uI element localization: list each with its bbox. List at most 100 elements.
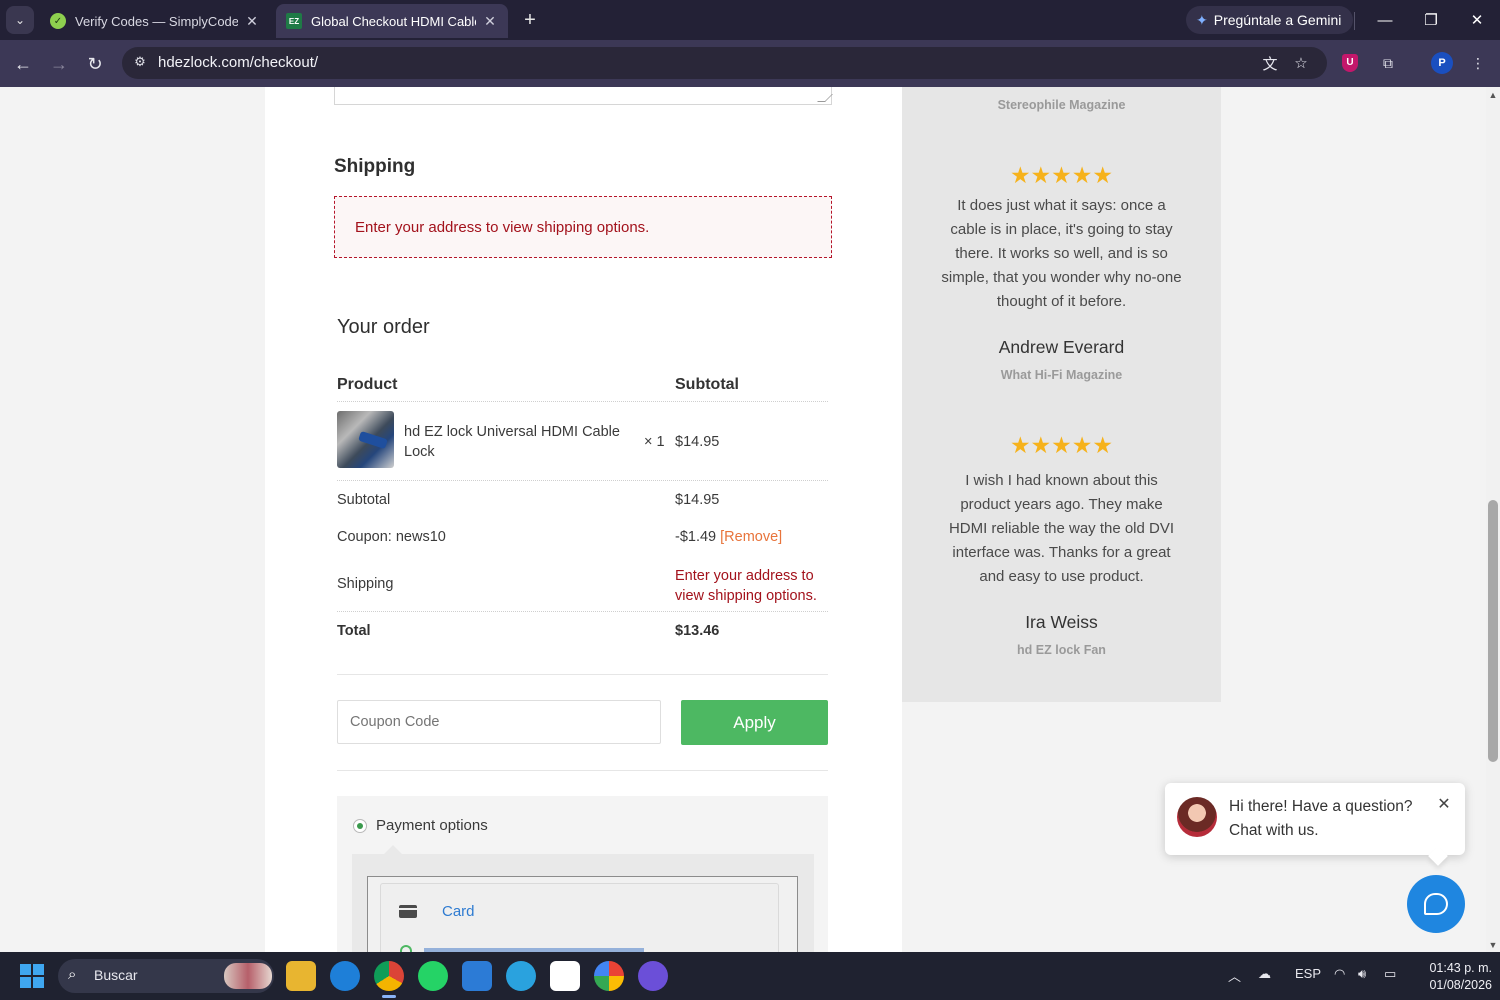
clock-date: 01/08/2026 [1429,978,1492,992]
windows-start-icon[interactable] [20,964,44,988]
close-tab-icon[interactable]: ✕ [482,13,498,30]
lock-icon [400,945,412,952]
tray-overflow-chevron-icon[interactable]: ︿ [1228,966,1241,985]
coupon-value: -$1.49 [675,529,717,545]
review-stars-icon: ★★★★★ [1009,162,1114,188]
close-tab-icon[interactable]: ✕ [244,13,260,30]
subtotal-label: Subtotal [337,492,391,508]
tab-simplycodes[interactable]: ✓ Verify Codes — SimplyCodes ✕ [40,4,270,38]
bookmark-star-icon[interactable]: ☆ [1290,52,1312,74]
forward-arrow-icon[interactable]: → [45,50,73,78]
url-text[interactable]: hdezlock.com/checkout/ [158,54,318,71]
chat-launcher-button[interactable] [1407,875,1465,933]
battery-icon[interactable]: ▭ [1384,966,1396,982]
divider [337,770,828,771]
scroll-down-arrow-icon[interactable]: ▼ [1487,940,1499,950]
restore-window-icon[interactable]: ❐ [1416,6,1446,34]
apply-coupon-button[interactable]: Apply [681,700,828,745]
product-thumbnail[interactable] [337,411,394,468]
whatsapp-icon[interactable] [418,961,448,991]
shipping-notice-text: Enter your address to view shipping opti… [355,219,650,236]
search-highlight-image [224,963,272,989]
tab-title: Verify Codes — SimplyCodes [75,13,238,29]
divider [337,674,828,675]
coupon-code-input[interactable] [337,700,661,744]
divider [1354,12,1355,30]
gemini-button[interactable]: ✦ Pregúntale a Gemini [1186,6,1354,34]
card-option[interactable] [380,883,779,952]
browser-menu-icon[interactable]: ⋮ [1466,51,1490,75]
translate-icon[interactable]: 文 [1259,52,1281,74]
product-price: $14.95 [675,434,720,450]
review-author: Andrew Everard [998,337,1125,357]
chat-greeting-text[interactable]: Hi there! Have a question? Chat with us. [1229,795,1429,843]
coupon-discount: -$1.49 [Remove] [675,529,782,545]
hdezlock-favicon-icon: EZ [286,13,302,29]
extension-shield-icon[interactable]: U [1338,51,1362,75]
divider [337,401,828,402]
divider [337,480,828,481]
product-name: hd EZ lock Universal HDMI Cable Lock [404,424,620,460]
payment-options-label[interactable]: Payment options [376,817,488,834]
photos-icon[interactable] [594,961,624,991]
review-source: What Hi-Fi Magazine [1000,368,1123,382]
minimize-icon[interactable]: — [1370,6,1400,34]
shipping-notice: Enter your address to view shipping opti… [334,196,832,258]
remove-coupon-link[interactable]: [Remove] [720,529,782,545]
search-icon: ⌕ [68,966,77,983]
order-notes-textarea[interactable] [334,87,833,105]
gemini-label: Pregúntale a Gemini [1213,12,1342,28]
network-app-icon[interactable] [638,961,668,991]
telegram-icon[interactable] [506,961,536,991]
scroll-up-arrow-icon[interactable]: ▲ [1487,90,1499,100]
credit-card-icon [399,905,417,918]
total-label: Total [337,623,371,639]
onedrive-cloud-icon[interactable]: ☁ [1258,966,1271,982]
input-language[interactable]: ESP [1295,966,1321,981]
scrollbar-thumb[interactable] [1488,500,1498,762]
total-value: $13.46 [675,623,720,639]
file-explorer-icon[interactable] [286,961,316,991]
shipping-value: Enter your address to view shipping opti… [675,568,817,604]
review-author: Ira Weiss [1025,612,1098,632]
wifi-icon[interactable]: ◠ [1334,966,1345,982]
clock-time: 01:43 p. m. [1429,961,1492,975]
col-product: Product [337,376,398,393]
review-text: I wish I had known about this product ye… [948,472,1175,585]
agent-avatar [1177,797,1217,837]
card-option-label[interactable]: Card [442,903,475,920]
col-subtotal: Subtotal [675,376,739,393]
shipping-heading: Shipping [334,156,416,177]
shipping-label: Shipping [337,576,394,592]
review-source: hd EZ lock Fan [1017,643,1106,657]
reload-icon[interactable]: ↻ [81,50,109,78]
microsoft-store-icon[interactable] [550,961,580,991]
close-window-icon[interactable]: ✕ [1462,6,1492,34]
taskbar-search-label[interactable]: Buscar [94,967,138,983]
simplycodes-favicon-icon: ✓ [50,13,66,29]
system-clock[interactable]: 01:43 p. m. 01/08/2026 [1412,960,1492,994]
volume-icon[interactable]: 🔊︎ [1358,966,1366,982]
subtotal-value: $14.95 [675,492,720,508]
edge-icon[interactable] [330,961,360,991]
extensions-puzzle-icon[interactable]: ⧉ [1376,51,1400,75]
review-source: Stereophile Magazine [997,98,1126,112]
coupon-label: Coupon: news10 [337,529,446,545]
review-text: It does just what it says: once a cable … [941,197,1182,310]
resize-handle-icon[interactable] [817,94,833,102]
review-stars-icon: ★★★★★ [1009,432,1114,458]
payment-options-radio[interactable] [353,819,367,833]
new-tab-plus-icon[interactable]: + [518,8,542,32]
profile-avatar[interactable]: P [1430,51,1454,75]
gemini-sparkle-icon: ✦ [1196,11,1208,28]
tab-title: Global Checkout HDMI Cable lo [311,13,476,29]
chrome-icon[interactable] [374,961,404,998]
tab-checkout[interactable]: EZ Global Checkout HDMI Cable lo ✕ [276,4,508,38]
site-settings-icon[interactable]: ⚙ [130,52,150,72]
your-order-heading: Your order [337,316,430,338]
close-chat-icon[interactable]: ✕ [1436,797,1452,813]
tab-search-chevron-icon[interactable]: ⌄ [6,6,34,34]
back-arrow-icon[interactable]: ← [9,50,37,78]
chat-bubble-icon [1424,893,1448,915]
notes-app-icon[interactable] [462,961,492,991]
